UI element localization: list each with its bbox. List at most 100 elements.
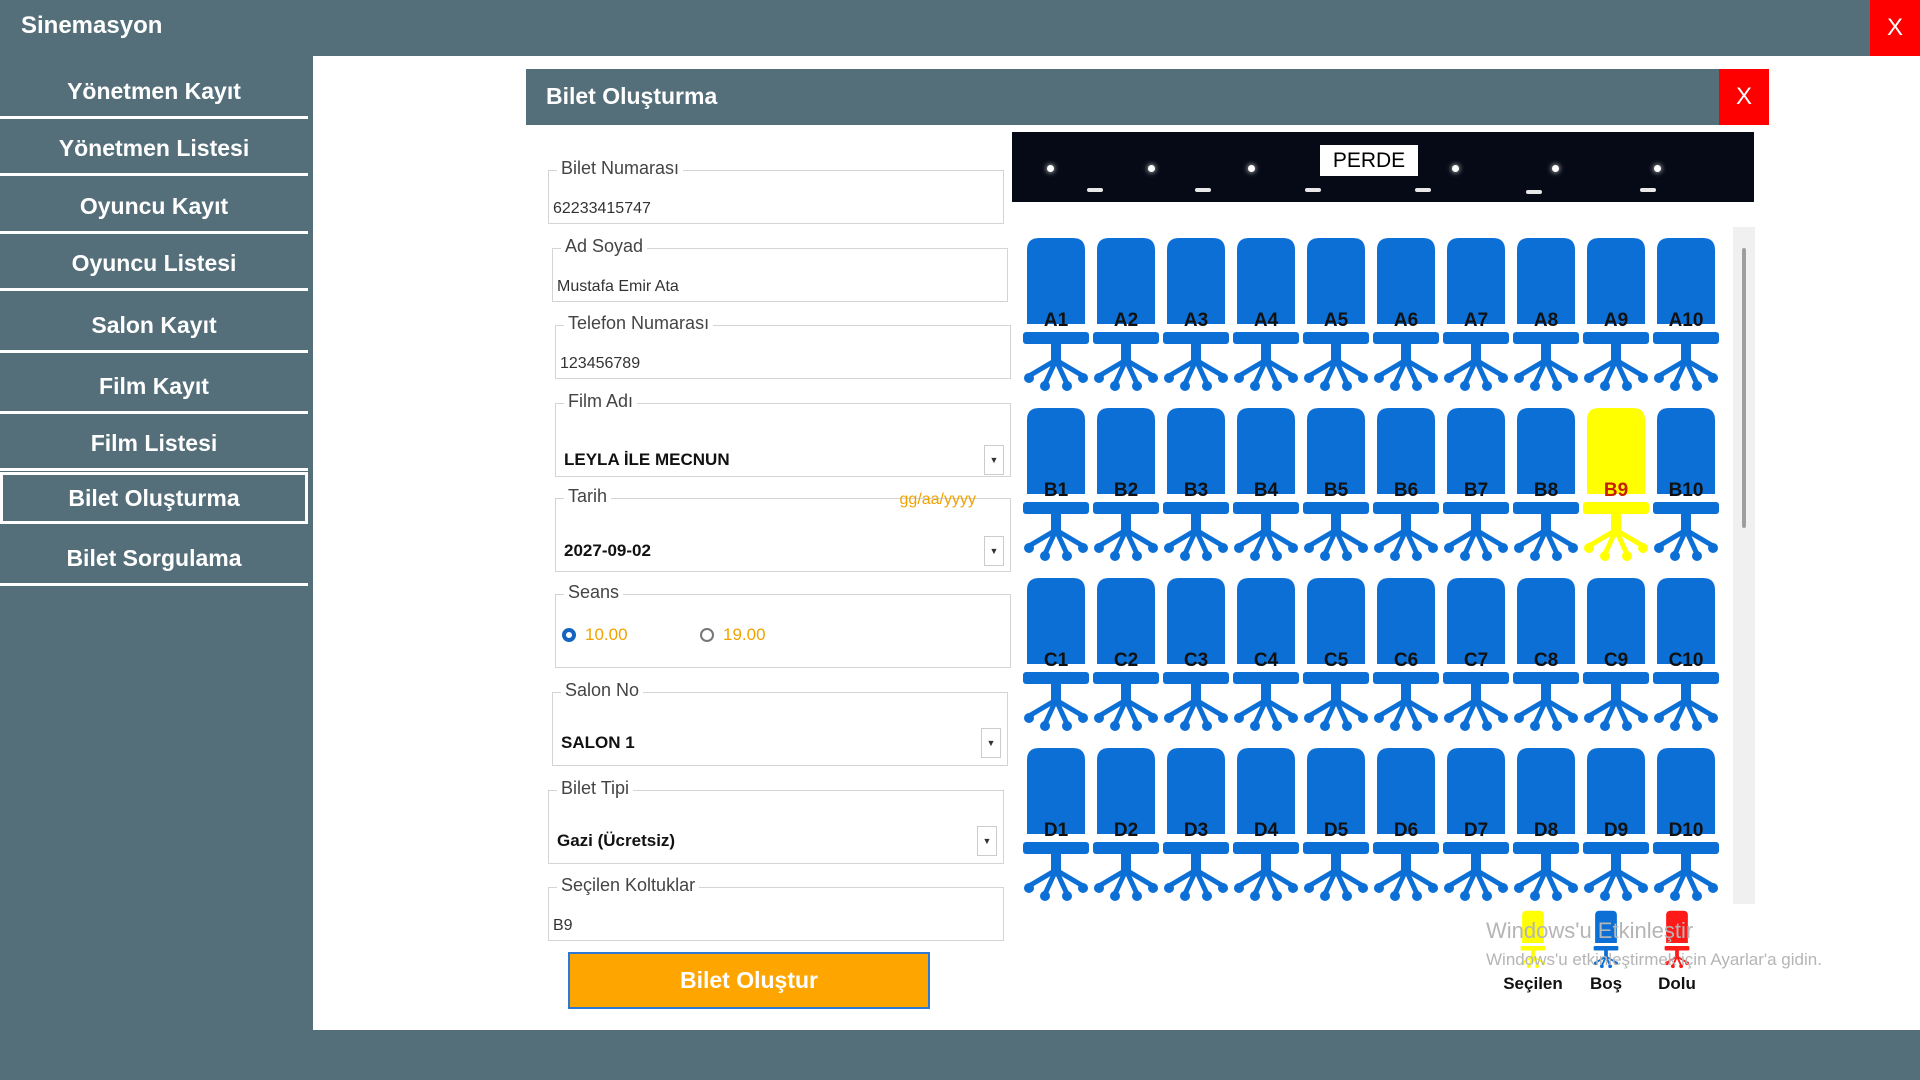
seat-d2[interactable]: D2 [1093,746,1159,906]
seat-b1[interactable]: B1 [1023,406,1089,566]
seat-c5[interactable]: C5 [1303,576,1369,736]
seat-c8[interactable]: C8 [1513,576,1579,736]
seat-b6[interactable]: B6 [1373,406,1439,566]
phone-field[interactable]: 123456789 [560,355,640,373]
dialog-title: Bilet Oluşturma [546,83,718,109]
seat-label: A7 [1463,310,1489,331]
seat-c7[interactable]: C7 [1443,576,1509,736]
screen-light-streak [1195,188,1211,192]
seat-label: B10 [1668,480,1704,501]
legend-label: Dolu [1658,974,1696,993]
session-radio-1000[interactable]: 10.00 [562,625,628,645]
seat-c3[interactable]: C3 [1163,576,1229,736]
seat-label: B8 [1533,480,1559,501]
seat-a8[interactable]: A8 [1513,236,1579,396]
seat-c4[interactable]: C4 [1233,576,1299,736]
seat-b10[interactable]: B10 [1653,406,1719,566]
seat-c9[interactable]: C9 [1583,576,1649,736]
seat-b8[interactable]: B8 [1513,406,1579,566]
chevron-down-icon[interactable]: ▼ [981,728,1001,758]
hall-select[interactable]: SALON 1 ▼ [559,725,1001,761]
seat-d4[interactable]: D4 [1233,746,1299,906]
create-ticket-button[interactable]: Bilet Oluştur [568,952,930,1009]
seat-d1[interactable]: D1 [1023,746,1089,906]
app-close-button[interactable]: X [1870,0,1920,56]
seat-label: C9 [1603,650,1629,671]
sidebar-item-yonetmen-kayit[interactable]: Yönetmen Kayıt [0,67,308,119]
seat-label: A9 [1603,310,1629,331]
sidebar-item-film-kayit[interactable]: Film Kayıt [0,362,308,414]
seat-b3[interactable]: B3 [1163,406,1229,566]
seat-c1[interactable]: C1 [1023,576,1089,736]
seat-d3[interactable]: D3 [1163,746,1229,906]
seat-a3[interactable]: A3 [1163,236,1229,396]
seat-b4[interactable]: B4 [1233,406,1299,566]
sidebar-item-salon-kayit[interactable]: Salon Kayıt [0,301,308,353]
dialog-header: Bilet Oluşturma X [526,69,1769,125]
seat-b2[interactable]: B2 [1093,406,1159,566]
sidebar-item-film-listesi[interactable]: Film Listesi [0,419,308,471]
seat-a7[interactable]: A7 [1443,236,1509,396]
seat-a10[interactable]: A10 [1653,236,1719,396]
seat-label: B7 [1463,480,1489,501]
seat-label: D2 [1113,820,1139,841]
full-name-field[interactable]: Mustafa Emir Ata [557,278,679,296]
seat-a6[interactable]: A6 [1373,236,1439,396]
seat-c2[interactable]: C2 [1093,576,1159,736]
seat-b9[interactable]: B9 [1583,406,1649,566]
seat-label: A3 [1183,310,1209,331]
sidebar-item-yonetmen-listesi[interactable]: Yönetmen Listesi [0,124,308,176]
seat-c6[interactable]: C6 [1373,576,1439,736]
sidebar-item-oyuncu-kayit[interactable]: Oyuncu Kayıt [0,182,308,234]
date-picker-value: 2027-09-02 [564,541,651,560]
seat-b5[interactable]: B5 [1303,406,1369,566]
seat-label: D8 [1533,820,1559,841]
screen-light-streak [1526,190,1542,194]
seat-a4[interactable]: A4 [1233,236,1299,396]
ticket-number-field[interactable]: 62233415747 [553,200,651,218]
seat-label: D10 [1668,820,1704,841]
seat-a9[interactable]: A9 [1583,236,1649,396]
selected-seats-field[interactable]: B9 [553,917,573,935]
seat-a2[interactable]: A2 [1093,236,1159,396]
screen-light [1654,165,1661,172]
session-radio-1900[interactable]: 19.00 [700,625,766,645]
screen-light [1248,165,1255,172]
film-select[interactable]: LEYLA İLE MECNUN ▼ [562,442,1004,478]
radio-unchecked-icon [700,628,714,642]
seat-a1[interactable]: A1 [1023,236,1089,396]
date-picker[interactable]: 2027-09-02 ▼ [562,533,1004,569]
seat-label: A4 [1253,310,1279,331]
chevron-down-icon[interactable]: ▼ [984,445,1004,475]
ticket-type-group: Bilet Tipi Gazi (Ücretsiz) ▼ [548,778,1004,864]
seat-d8[interactable]: D8 [1513,746,1579,906]
seat-label: D4 [1253,820,1279,841]
ticket-number-group: Bilet Numarası 62233415747 [548,158,1004,224]
seat-c10[interactable]: C10 [1653,576,1719,736]
seat-label: D1 [1043,820,1069,841]
legend-label: Seçilen [1503,974,1563,993]
chevron-down-icon[interactable]: ▼ [977,826,997,856]
seat-d9[interactable]: D9 [1583,746,1649,906]
seat-label: C8 [1533,650,1559,671]
seat-label: B2 [1113,480,1139,501]
seat-label: C4 [1253,650,1279,671]
seat-label: A8 [1533,310,1559,331]
sidebar-item-bilet-sorgulama[interactable]: Bilet Sorgulama [0,534,308,586]
seat-d10[interactable]: D10 [1653,746,1719,906]
seat-d5[interactable]: D5 [1303,746,1369,906]
seat-b7[interactable]: B7 [1443,406,1509,566]
seat-d7[interactable]: D7 [1443,746,1509,906]
seat-a5[interactable]: A5 [1303,236,1369,396]
seat-d6[interactable]: D6 [1373,746,1439,906]
sidebar-item-bilet-olusturma[interactable]: Bilet Oluşturma [0,472,308,524]
cinema-screen: PERDE [1012,132,1754,202]
ticket-type-label: Bilet Tipi [557,778,634,799]
date-label: Tarih [564,486,612,507]
seat-label: C2 [1113,650,1139,671]
ticket-type-select[interactable]: Gazi (Ücretsiz) ▼ [555,823,997,859]
dialog-close-button[interactable]: X [1719,69,1769,125]
seat-label: D7 [1463,820,1489,841]
sidebar-item-oyuncu-listesi[interactable]: Oyuncu Listesi [0,239,308,291]
chevron-down-icon[interactable]: ▼ [984,536,1004,566]
